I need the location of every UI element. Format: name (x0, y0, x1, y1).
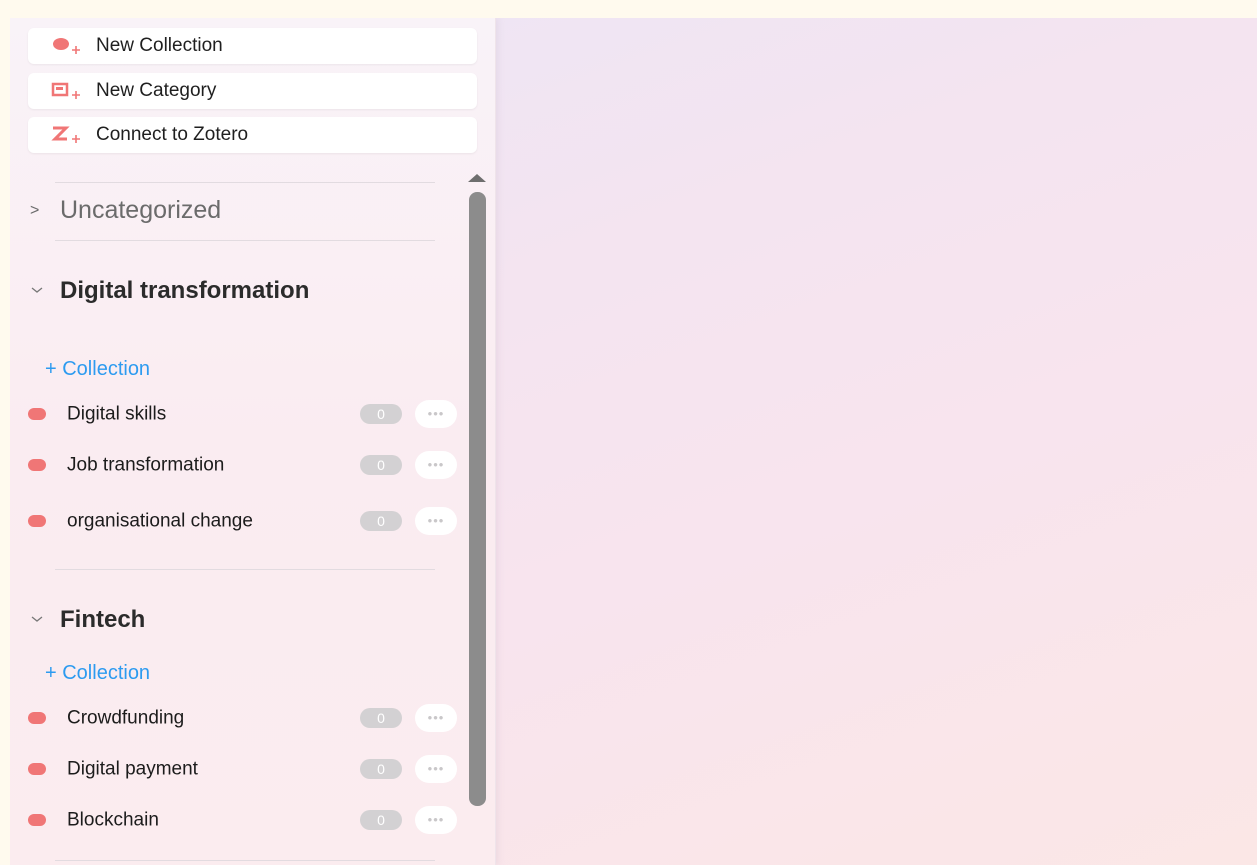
new-collection-icon (50, 36, 90, 56)
chevron-down-icon (30, 611, 60, 629)
count-badge: 0 (360, 404, 402, 424)
connect-zotero-label: Connect to Zotero (96, 124, 249, 145)
new-category-button[interactable]: New Category (28, 73, 477, 109)
count-badge: 0 (360, 511, 402, 531)
collection-row[interactable]: Digital payment 0 ••• (10, 747, 480, 791)
collection-name: Job transformation (67, 454, 225, 476)
category-title: Digital transformation (60, 277, 310, 304)
collection-row[interactable]: Blockchain 0 ••• (10, 798, 480, 842)
count-badge: 0 (360, 708, 402, 728)
divider (55, 240, 435, 241)
divider (55, 569, 435, 570)
collection-row[interactable]: Crowdfunding 0 ••• (10, 696, 480, 740)
add-collection-link[interactable]: + Collection (45, 358, 150, 381)
collection-dot (28, 459, 46, 471)
category-header-fintech[interactable]: Fintech (30, 607, 340, 633)
scroll-up-arrow[interactable] (468, 174, 486, 182)
connect-zotero-button[interactable]: Connect to Zotero (28, 117, 477, 153)
new-collection-button[interactable]: New Collection (28, 28, 477, 64)
main-content-area (496, 18, 1257, 865)
uncategorized-label: Uncategorized (60, 196, 222, 224)
more-options-button[interactable]: ••• (415, 507, 457, 535)
collection-name: Blockchain (67, 809, 159, 831)
count-badge: 0 (360, 810, 402, 830)
count-badge: 0 (360, 455, 402, 475)
collection-name: Digital skills (67, 403, 167, 425)
collection-dot (28, 515, 46, 527)
collection-dot (28, 814, 46, 826)
more-options-button[interactable]: ••• (415, 704, 457, 732)
category-header-digital-transformation[interactable]: Digital transformation (30, 278, 340, 304)
chevron-right-icon: > (30, 201, 40, 219)
chevron-down-icon (30, 282, 60, 300)
more-options-button[interactable]: ••• (415, 400, 457, 428)
count-badge: 0 (360, 759, 402, 779)
collection-name: organisational change (67, 510, 253, 532)
new-collection-label: New Collection (96, 35, 223, 56)
collection-row[interactable]: Job transformation 0 ••• (10, 443, 480, 487)
collection-row[interactable]: organisational change 0 ••• (10, 499, 480, 543)
collection-name: Digital payment (67, 758, 198, 780)
app-window: New Collection New Category Connect to Z… (10, 18, 1257, 865)
divider (55, 182, 435, 183)
more-options-button[interactable]: ••• (415, 755, 457, 783)
add-collection-link[interactable]: + Collection (45, 662, 150, 685)
new-category-icon (50, 81, 90, 101)
sidebar: New Collection New Category Connect to Z… (10, 18, 496, 865)
collection-row[interactable]: Digital skills 0 ••• (10, 392, 480, 436)
more-options-button[interactable]: ••• (415, 806, 457, 834)
collection-dot (28, 712, 46, 724)
uncategorized-toggle[interactable]: > Uncategorized (30, 196, 221, 225)
collection-name: Crowdfunding (67, 707, 185, 729)
zotero-icon (50, 125, 90, 145)
collection-dot (28, 763, 46, 775)
scrollbar-thumb[interactable] (469, 192, 486, 806)
new-category-label: New Category (96, 80, 217, 101)
divider (55, 860, 435, 861)
more-options-button[interactable]: ••• (415, 451, 457, 479)
collection-dot (28, 408, 46, 420)
category-title: Fintech (60, 606, 146, 633)
